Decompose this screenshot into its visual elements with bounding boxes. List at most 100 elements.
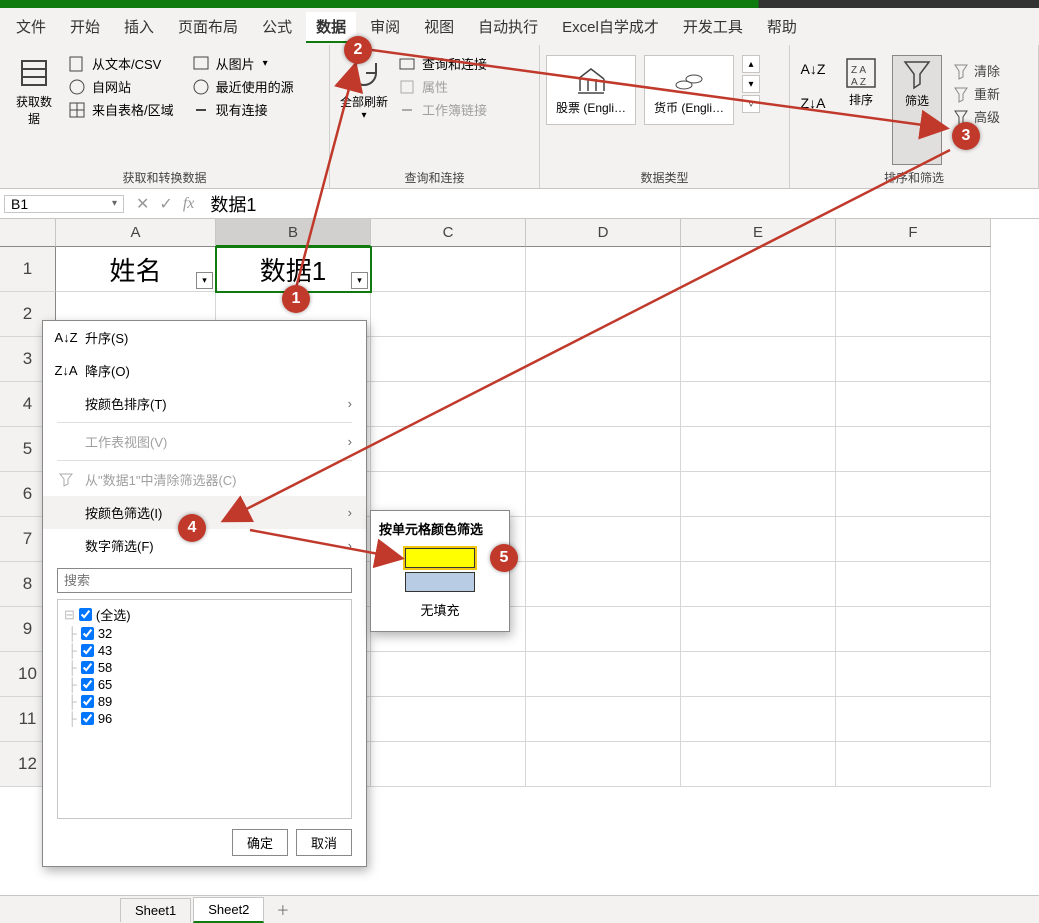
cell[interactable] [681, 247, 836, 292]
col-header-E[interactable]: E [681, 219, 836, 247]
cell[interactable] [836, 652, 991, 697]
cell[interactable] [836, 607, 991, 652]
cell[interactable] [526, 337, 681, 382]
cell[interactable] [371, 652, 526, 697]
menu-tab-formula[interactable]: 公式 [252, 12, 302, 43]
cell[interactable] [836, 517, 991, 562]
cell[interactable] [836, 742, 991, 787]
sort-desc-button[interactable]: Z↓A [796, 89, 830, 117]
reapply-button[interactable]: 重新 [948, 84, 1004, 103]
cell[interactable] [526, 697, 681, 742]
filter-ok-button[interactable]: 确定 [232, 829, 288, 856]
cell[interactable] [526, 382, 681, 427]
datatype-more-button[interactable]: ▿ [742, 95, 760, 113]
from-csv-button[interactable]: 从文本/CSV [62, 53, 180, 74]
cell[interactable] [371, 697, 526, 742]
cell[interactable] [681, 382, 836, 427]
cell[interactable] [526, 472, 681, 517]
sort-desc-item[interactable]: Z↓A降序(O) [43, 354, 366, 387]
sort-asc-button[interactable]: A↓Z [796, 55, 830, 83]
menu-tab-auto[interactable]: 自动执行 [468, 12, 548, 43]
cell[interactable] [681, 292, 836, 337]
menu-tab-help[interactable]: 帮助 [757, 12, 807, 43]
existing-conn-button[interactable]: 现有连接 [186, 99, 300, 120]
menu-tab-file[interactable]: 文件 [6, 12, 56, 43]
col-header-F[interactable]: F [836, 219, 991, 247]
queries-button[interactable]: 查询和连接 [392, 53, 493, 74]
check-value[interactable] [81, 712, 94, 725]
cell[interactable] [836, 247, 991, 292]
cell[interactable] [371, 382, 526, 427]
row-header[interactable]: 1 [0, 247, 56, 292]
menu-tab-layout[interactable]: 页面布局 [168, 12, 248, 43]
cell[interactable] [371, 247, 526, 292]
cell[interactable] [681, 427, 836, 472]
cell[interactable] [526, 427, 681, 472]
cell[interactable] [526, 517, 681, 562]
color-swatch-yellow[interactable] [405, 548, 475, 568]
advanced-filter-button[interactable]: 高级 [948, 107, 1004, 126]
check-value[interactable] [81, 661, 94, 674]
from-image-button[interactable]: 从图片▾ [186, 53, 300, 74]
cell[interactable] [681, 517, 836, 562]
datatype-up-button[interactable]: ▴ [742, 55, 760, 73]
cell[interactable] [681, 742, 836, 787]
cell[interactable] [681, 607, 836, 652]
cell[interactable] [681, 337, 836, 382]
fx-icon[interactable]: fx [183, 195, 195, 213]
col-header-A[interactable]: A [56, 219, 216, 247]
cell[interactable] [371, 337, 526, 382]
sort-asc-item[interactable]: A↓Z升序(S) [43, 321, 366, 354]
cell[interactable] [526, 742, 681, 787]
color-swatch-blue[interactable] [405, 572, 475, 592]
accept-formula-icon[interactable]: ✓ [159, 194, 172, 214]
cell[interactable] [836, 562, 991, 607]
datatype-down-button[interactable]: ▾ [742, 75, 760, 93]
menu-tab-dev[interactable]: 开发工具 [673, 12, 753, 43]
menu-tab-custom[interactable]: Excel自学成才 [552, 12, 669, 43]
menu-tab-home[interactable]: 开始 [60, 12, 110, 43]
name-box[interactable]: B1▾ [4, 195, 124, 213]
refresh-all-button[interactable]: 全部刷新▾ [336, 49, 392, 165]
currency-button[interactable]: 货币 (Engli… [644, 55, 734, 125]
col-header-B[interactable]: B [216, 219, 371, 247]
cell[interactable] [681, 652, 836, 697]
filter-cancel-button[interactable]: 取消 [296, 829, 352, 856]
sort-by-color-item[interactable]: 按颜色排序(T)› [43, 387, 366, 420]
clear-filter-button[interactable]: 清除 [948, 61, 1004, 80]
menu-tab-insert[interactable]: 插入 [114, 12, 164, 43]
cell[interactable] [526, 562, 681, 607]
cell[interactable] [681, 562, 836, 607]
menu-tab-review[interactable]: 审阅 [360, 12, 410, 43]
check-value[interactable] [81, 644, 94, 657]
filter-handle-B[interactable]: ▾ [351, 272, 368, 289]
col-header-C[interactable]: C [371, 219, 526, 247]
cell[interactable] [836, 292, 991, 337]
cell[interactable] [371, 742, 526, 787]
stocks-button[interactable]: 股票 (Engli… [546, 55, 636, 125]
cell[interactable] [526, 607, 681, 652]
cell[interactable] [526, 292, 681, 337]
sort-dialog-button[interactable]: Z AA Z 排序 [836, 55, 886, 165]
no-fill-option[interactable]: 无填充 [379, 596, 501, 623]
cell[interactable] [371, 427, 526, 472]
cell[interactable]: 姓名▾ [56, 247, 216, 292]
menu-tab-view[interactable]: 视图 [414, 12, 464, 43]
filter-search-input[interactable] [57, 568, 352, 593]
formula-input[interactable] [202, 193, 1039, 214]
cancel-formula-icon[interactable]: ✕ [136, 194, 149, 214]
select-all-corner[interactable] [0, 219, 56, 247]
check-all[interactable] [79, 608, 92, 621]
cell[interactable] [526, 652, 681, 697]
cell[interactable] [836, 472, 991, 517]
cell[interactable] [836, 382, 991, 427]
cell[interactable] [371, 292, 526, 337]
filter-handle-A[interactable]: ▾ [196, 272, 213, 289]
sheet-tab-1[interactable]: Sheet1 [120, 898, 191, 922]
check-value[interactable] [81, 678, 94, 691]
col-header-D[interactable]: D [526, 219, 681, 247]
cell[interactable] [836, 427, 991, 472]
get-data-button[interactable]: 获取数 据 [6, 49, 62, 165]
filter-button[interactable]: 筛选 [892, 55, 942, 165]
recent-sources-button[interactable]: 最近使用的源 [186, 76, 300, 97]
